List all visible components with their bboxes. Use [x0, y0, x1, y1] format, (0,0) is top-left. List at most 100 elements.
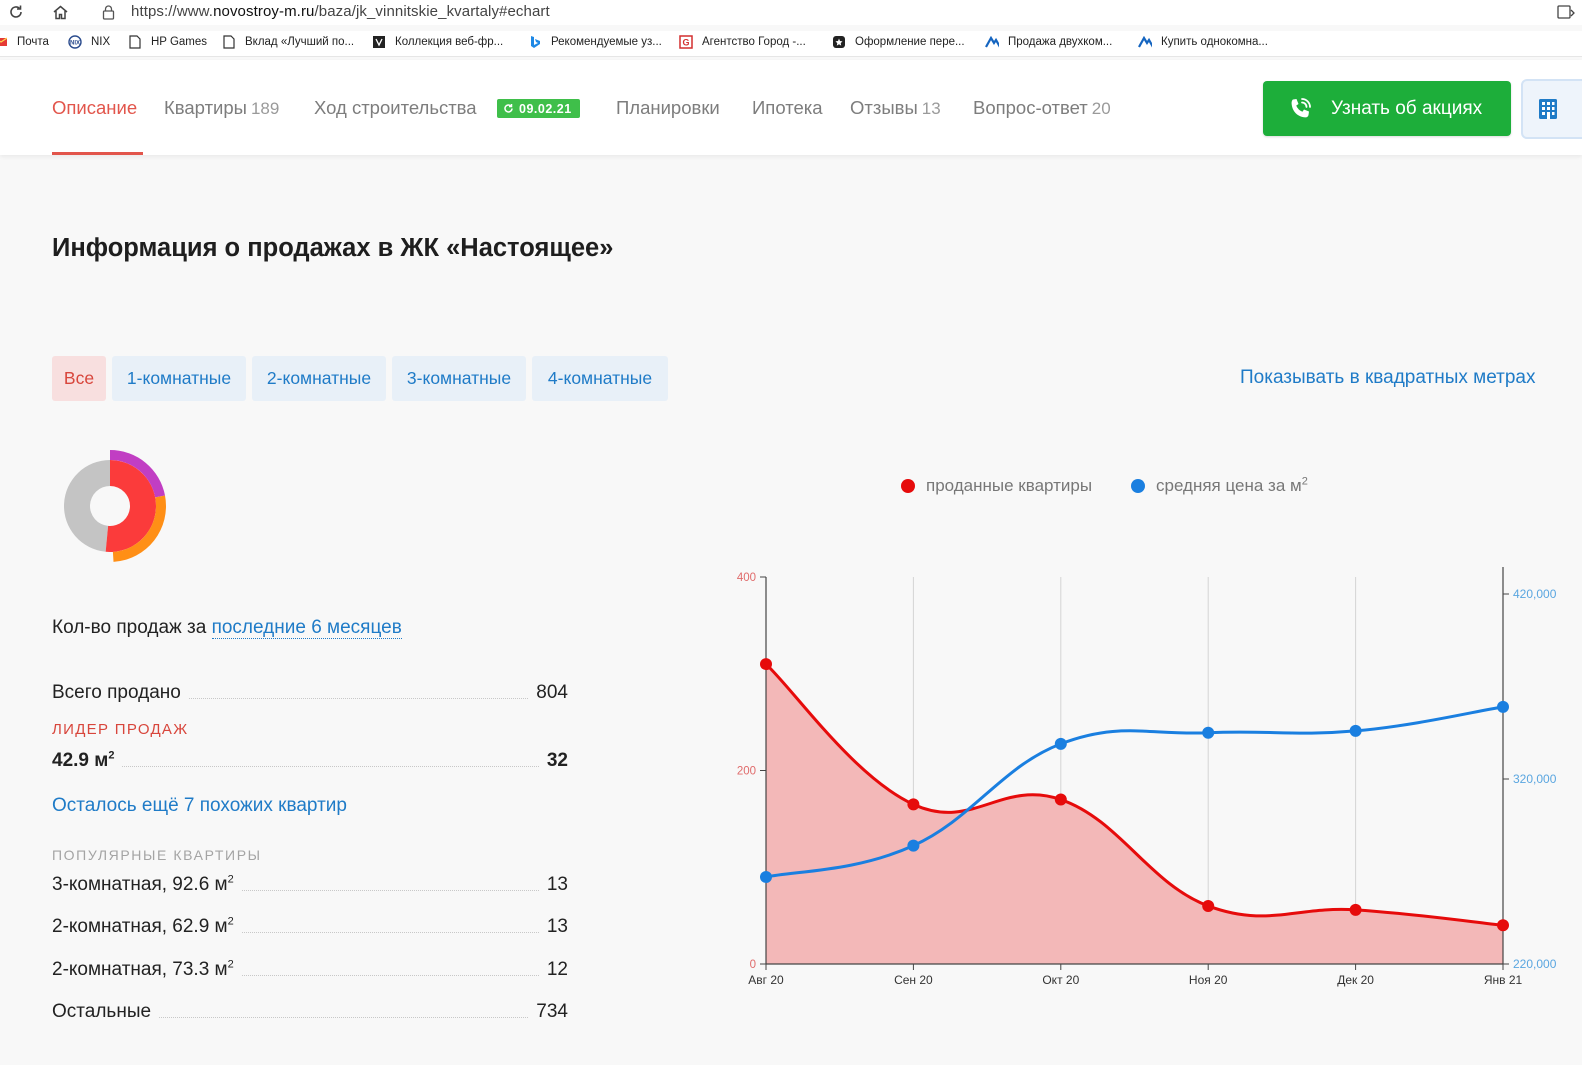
period-dropdown[interactable]: последние 6 месяцев: [211, 617, 402, 639]
bookmark-label: Рекомендуемые уз...: [551, 36, 662, 48]
bookmark-item[interactable]: Продажа двухком...: [985, 35, 1112, 49]
donut-slice-rest: [63, 460, 110, 552]
legend-item-sold[interactable]: проданные квартиры: [901, 476, 1092, 496]
tab-reviews[interactable]: Отзывы 13: [850, 97, 941, 119]
sales-line-chart: 0 200 400 220,000 320,000 420,000 Авг 20 Сен 20…: [737, 567, 1557, 987]
series-line-price: [765, 705, 1504, 879]
popular-row: 2-комнатная, 73.3 м2 12: [52, 958, 568, 980]
data-point-price[interactable]: [1497, 700, 1509, 713]
bookmarks-bar: Почта NIX NIX HP Games Вклад «Лучший по... Ко…: [0, 31, 1582, 57]
sales-period-row: Кол-во продаж за последние 6 месяцев: [52, 617, 402, 639]
data-point-price[interactable]: [1202, 726, 1215, 739]
total-sold-row: Всего продано 804: [52, 682, 568, 703]
y-tick-label-right: 220,000: [1513, 957, 1557, 971]
y-tick-label-right: 320,000: [1513, 772, 1557, 786]
x-tick-label: Окт 20: [1042, 973, 1079, 987]
tab-layouts[interactable]: Планировки: [616, 97, 720, 119]
tab-qa[interactable]: Вопрос-ответ 20: [973, 97, 1111, 119]
data-point-sold[interactable]: [907, 798, 920, 811]
svg-text:NIX: NIX: [70, 41, 80, 47]
star-icon: [832, 35, 846, 49]
refresh-icon: [504, 104, 513, 113]
browser-address-bar: https://www.novostroy-m.ru/baza/jk_vinni…: [0, 0, 1582, 25]
sales-donut-chart: [63, 450, 166, 562]
x-tick-label: Дек 20: [1337, 973, 1374, 987]
data-point-sold[interactable]: [1497, 919, 1509, 932]
building-icon: [1539, 99, 1557, 119]
y-tick-label-left: 0: [750, 959, 756, 971]
bookmark-item[interactable]: Рекомендуемые уз...: [528, 35, 662, 49]
phone-icon: [1291, 97, 1311, 117]
reader-mode-icon[interactable]: [1556, 2, 1576, 22]
lock-icon: [98, 2, 118, 22]
bing-icon: [528, 35, 542, 49]
building-button[interactable]: [1521, 79, 1582, 139]
data-point-price[interactable]: [760, 871, 772, 884]
page-icon: [128, 35, 142, 49]
x-tick-label: Ноя 20: [1189, 973, 1228, 987]
nix-icon: NIX: [68, 35, 82, 49]
data-point-price[interactable]: [907, 839, 920, 852]
bookmark-item[interactable]: Купить однокомна...: [1138, 35, 1268, 49]
data-point-sold[interactable]: [760, 658, 772, 671]
bookmark-item[interactable]: G Агентство Город -...: [679, 35, 806, 49]
filter-2-room[interactable]: 2-комнатные: [252, 356, 386, 401]
tab-apartments[interactable]: Квартиры 189: [164, 97, 279, 119]
bookmark-label: HP Games: [151, 36, 208, 48]
y-tick-label-left: 400: [737, 572, 756, 584]
data-point-sold[interactable]: [1054, 793, 1067, 806]
y-tick-label-right: 420,000: [1513, 587, 1557, 601]
series-line-sold: [764, 662, 1504, 927]
bookmark-label: Коллекция веб-фр...: [395, 36, 504, 48]
bookmark-item[interactable]: Почта: [0, 35, 49, 49]
series-area-sold: [766, 664, 1503, 964]
bookmark-label: Оформление пере...: [855, 36, 965, 48]
tab-mortgage[interactable]: Ипотека: [752, 97, 823, 119]
tab-construction-progress[interactable]: Ход строительства: [314, 97, 477, 119]
filter-all[interactable]: Все: [52, 356, 106, 401]
bookmark-label: Агентство Город -...: [702, 36, 806, 48]
reload-icon[interactable]: [6, 2, 26, 22]
url-input[interactable]: https://www.novostroy-m.ru/baza/jk_vinni…: [131, 3, 550, 20]
sales-leader-caption: ЛИДЕР ПРОДАЖ: [52, 721, 189, 738]
x-tick-label: Сен 20: [894, 973, 933, 987]
promotions-button[interactable]: Узнать об акциях: [1263, 81, 1511, 136]
page-icon: [222, 35, 236, 49]
tab-description[interactable]: Описание: [52, 97, 137, 119]
bookmark-item[interactable]: NIX NIX: [68, 35, 110, 49]
home-icon[interactable]: [50, 2, 70, 22]
avito-icon: [1138, 35, 1152, 49]
bookmark-label: NIX: [91, 36, 111, 48]
gorod-icon: G: [679, 35, 693, 49]
sales-leader-row: 42.9 м2 32: [52, 749, 568, 771]
show-sqm-toggle[interactable]: Показывать в квадратных метрах: [1240, 367, 1535, 389]
bookmark-label: Вклад «Лучший по...: [245, 36, 355, 48]
bookmark-label: Продажа двухком...: [1008, 36, 1113, 48]
x-tick-label: Янв 21: [1484, 973, 1523, 987]
legend-item-price[interactable]: средняя цена за м2: [1131, 476, 1308, 496]
bookmark-item[interactable]: Коллекция веб-фр...: [372, 35, 503, 49]
bookmark-item[interactable]: HP Games: [128, 35, 207, 49]
filter-4-room[interactable]: 4-комнатные: [532, 356, 668, 401]
x-tick-label: Авг 20: [748, 973, 784, 987]
popular-caption: ПОПУЛЯРНЫЕ КВАРТИРЫ: [52, 847, 262, 863]
popular-row: 3-комнатная, 92.6 м2 13: [52, 873, 568, 895]
data-point-sold[interactable]: [1349, 903, 1362, 916]
filter-1-room[interactable]: 1-комнатные: [112, 356, 246, 401]
active-tab-underline: [52, 152, 143, 155]
y-tick-label-left: 200: [737, 766, 756, 778]
bookmark-item[interactable]: Вклад «Лучший по...: [222, 35, 354, 49]
more-similar-link[interactable]: Осталось ещё 7 похожих квартир: [52, 795, 347, 817]
sales-section-title: Информация о продажах в ЖК «Настоящее»: [52, 234, 614, 262]
svg-text:G: G: [682, 38, 689, 48]
mail-icon: [0, 35, 8, 49]
legend-marker-sold: [901, 479, 915, 493]
avito-icon: [985, 35, 999, 49]
bookmark-item[interactable]: Оформление пере...: [832, 35, 965, 49]
legend-marker-price: [1131, 479, 1145, 493]
filter-3-room[interactable]: 3-комнатные: [392, 356, 526, 401]
data-point-price[interactable]: [1349, 724, 1362, 737]
data-point-price[interactable]: [1054, 737, 1067, 750]
collection-icon: [372, 35, 386, 49]
data-point-sold[interactable]: [1202, 899, 1215, 912]
